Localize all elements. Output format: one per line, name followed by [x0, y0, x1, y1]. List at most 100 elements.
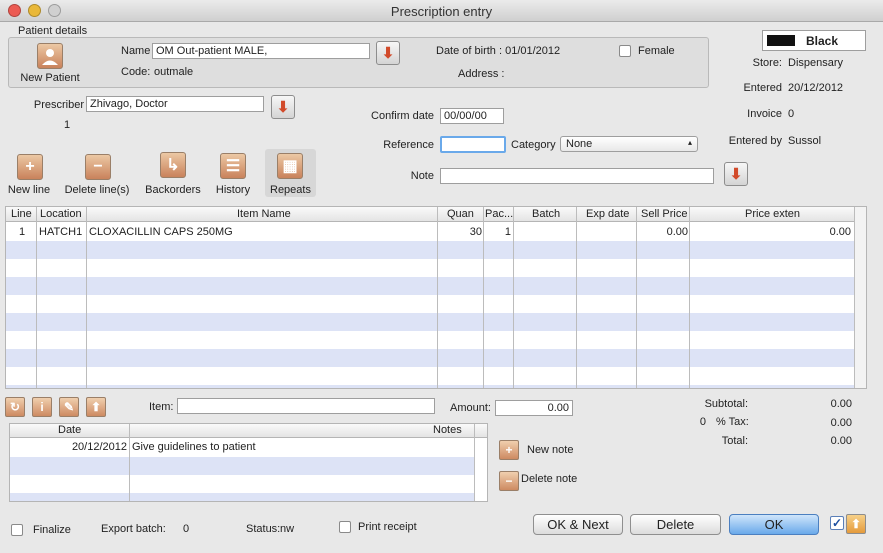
header-batch[interactable]: Batch	[532, 208, 560, 220]
notes-header-date[interactable]: Date	[58, 424, 81, 436]
name-label: Name	[121, 45, 151, 57]
table-row[interactable]	[6, 349, 855, 367]
table-row[interactable]	[6, 241, 855, 259]
new-line-label: New line	[7, 184, 51, 196]
cards-icon: ☰	[225, 158, 241, 175]
print-options-button[interactable]: ⬆	[846, 514, 866, 534]
note-row[interactable]	[10, 475, 474, 493]
ok-button[interactable]: OK	[729, 514, 819, 535]
female-checkbox[interactable]	[619, 45, 631, 57]
store-value: Dispensary	[788, 57, 844, 69]
new-note-button[interactable]: +	[499, 440, 519, 460]
color-selector[interactable]: Black	[762, 30, 866, 51]
table-row[interactable]	[6, 331, 855, 349]
print-receipt-checkbox[interactable]	[339, 521, 351, 533]
category-select[interactable]: None ▴	[560, 136, 698, 152]
tax-label: % Tax:	[716, 416, 749, 428]
arrow-up-icon: ⬆	[850, 517, 862, 531]
subtotal-label: Subtotal:	[704, 398, 748, 410]
header-exp-date[interactable]: Exp date	[586, 208, 629, 220]
delete-button[interactable]: Delete	[630, 514, 721, 535]
tax-value: 0.00	[830, 417, 852, 429]
color-swatch	[767, 35, 795, 46]
item-field[interactable]	[177, 398, 435, 414]
patient-lookup-button[interactable]: ⬇	[376, 41, 400, 65]
calendar-grid-icon: ▦	[282, 158, 298, 175]
column-divider	[636, 207, 637, 388]
entered-by-value: Sussol	[788, 135, 822, 147]
refresh-icon: ↻	[9, 400, 21, 414]
info-button[interactable]: i	[32, 397, 52, 417]
delete-lines-button[interactable]: −	[85, 154, 111, 180]
table-row[interactable]: 1 HATCH1 CLOXACILLIN CAPS 250MG 30 1 0.0…	[6, 223, 855, 241]
prescriber-lookup-button[interactable]: ⬇	[271, 95, 295, 119]
down-arrow-icon: ⬇	[381, 44, 395, 62]
down-arrow-icon: ⬇	[276, 98, 290, 116]
column-divider	[437, 207, 438, 388]
repeats-button[interactable]: ▦	[277, 153, 303, 179]
option-checkbox[interactable]: ✓	[830, 516, 844, 530]
ok-next-button[interactable]: OK & Next	[533, 514, 623, 535]
reference-field[interactable]	[440, 136, 506, 153]
column-divider	[513, 207, 514, 388]
header-line[interactable]: Line	[11, 208, 32, 220]
arrow-up-icon: ⬆	[90, 400, 102, 414]
finalize-label: Finalize	[33, 524, 71, 536]
tax-rate: 0	[699, 416, 706, 428]
table-scrollbar[interactable]	[855, 207, 866, 388]
history-label: History	[215, 184, 251, 196]
notes-header-notes[interactable]: Notes	[433, 424, 462, 436]
new-patient-label: New Patient	[20, 72, 80, 84]
column-divider	[474, 424, 475, 501]
cell-item-name: CLOXACILLIN CAPS 250MG	[89, 226, 233, 238]
note-text: Give guidelines to patient	[132, 441, 256, 453]
edit-button[interactable]: ✎	[59, 397, 79, 417]
minus-icon: −	[505, 474, 513, 488]
prescriber-count: 1	[64, 119, 71, 131]
status-label: Status:	[246, 523, 281, 535]
header-sell-price[interactable]: Sell Price	[641, 208, 687, 220]
code-value: outmale	[154, 66, 194, 78]
refresh-button[interactable]: ↻	[5, 397, 25, 417]
table-row[interactable]	[6, 313, 855, 331]
new-line-button[interactable]: +	[17, 154, 43, 180]
header-pack[interactable]: Pac...	[485, 208, 513, 220]
backorders-label: Backorders	[145, 184, 201, 196]
table-header: Line Location Item Name Quan Pac... Batc…	[6, 207, 855, 222]
finalize-checkbox[interactable]	[11, 524, 23, 536]
plus-icon: +	[505, 443, 513, 457]
move-up-button[interactable]: ⬆	[86, 397, 106, 417]
confirm-date-field[interactable]: 00/00/00	[440, 108, 504, 124]
amount-field[interactable]: 0.00	[495, 400, 573, 416]
cell-line: 1	[19, 226, 26, 238]
table-row[interactable]	[6, 259, 855, 277]
new-patient-button[interactable]	[37, 43, 63, 69]
column-divider	[36, 207, 37, 388]
female-label: Female	[638, 45, 675, 57]
table-row[interactable]	[6, 385, 855, 388]
export-batch-label: Export batch:	[101, 523, 166, 535]
history-button[interactable]: ☰	[220, 153, 246, 179]
minus-icon: −	[93, 158, 103, 175]
status-value: nw	[280, 523, 295, 535]
note-row[interactable]: 20/12/2012 Give guidelines to patient	[10, 439, 474, 457]
header-quantity[interactable]: Quan	[447, 208, 474, 220]
header-location[interactable]: Location	[40, 208, 82, 220]
confirm-date-label: Confirm date	[371, 110, 434, 122]
patient-name-field[interactable]: OM Out-patient MALE,	[152, 43, 370, 59]
category-label: Category	[511, 139, 556, 151]
subtotal-value: 0.00	[830, 398, 852, 410]
table-row[interactable]	[6, 367, 855, 385]
note-row[interactable]	[10, 457, 474, 475]
note-field[interactable]	[440, 168, 714, 184]
note-row[interactable]	[10, 493, 474, 501]
delete-note-button[interactable]: −	[499, 471, 519, 491]
header-price-extension[interactable]: Price exten	[745, 208, 800, 220]
backorders-button[interactable]: ↳	[160, 152, 186, 178]
note-lookup-button[interactable]: ⬇	[724, 162, 748, 186]
invoice-label: Invoice	[747, 108, 782, 120]
prescriber-field[interactable]: Zhivago, Doctor	[86, 96, 264, 112]
header-item-name[interactable]: Item Name	[237, 208, 291, 220]
table-row[interactable]	[6, 277, 855, 295]
table-row[interactable]	[6, 295, 855, 313]
